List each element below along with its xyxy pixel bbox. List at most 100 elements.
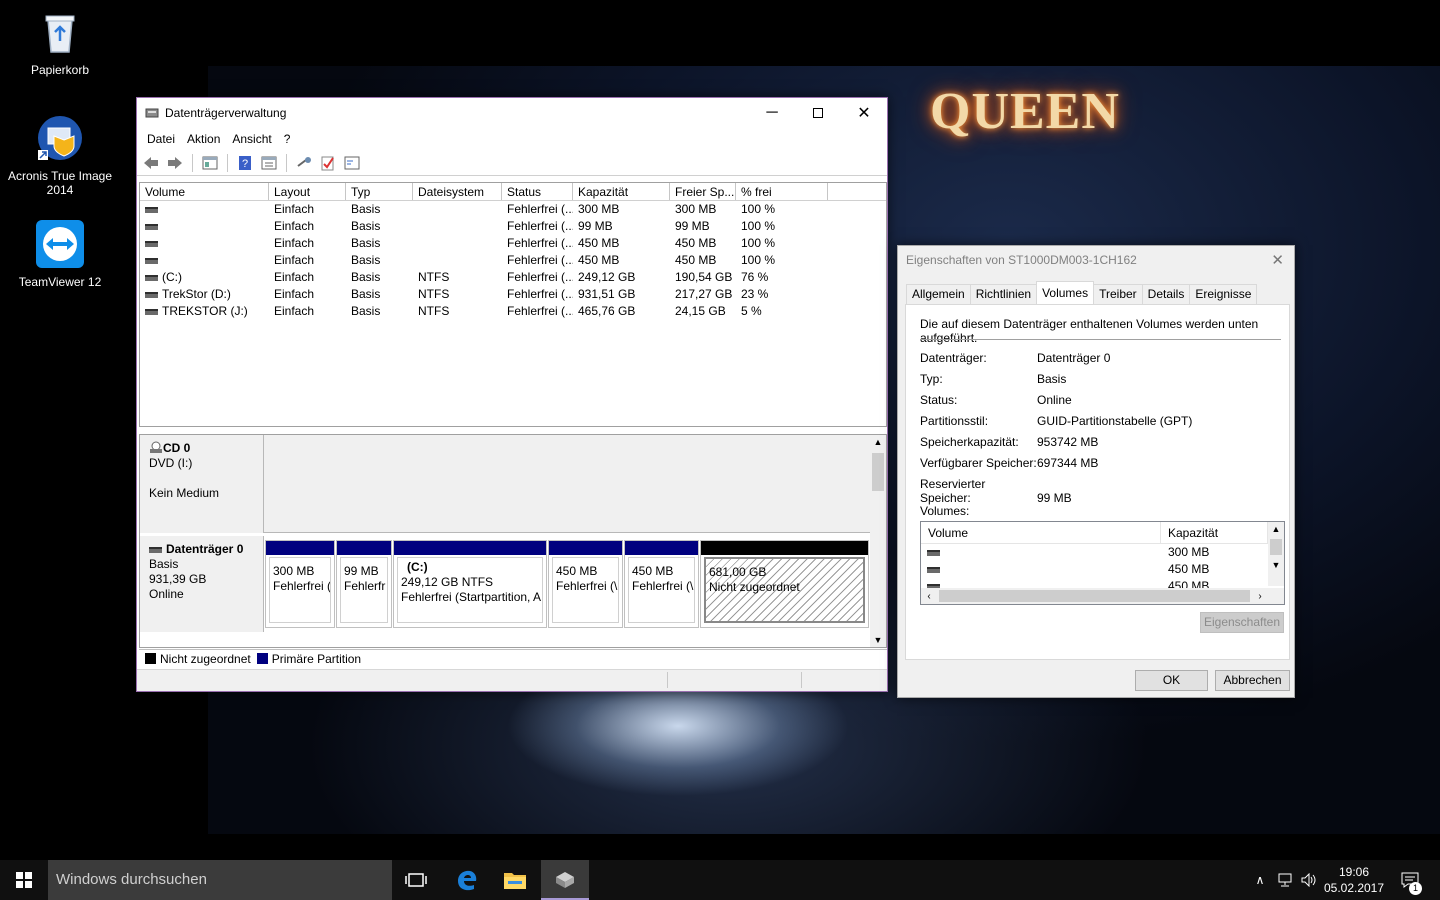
column-header-percent-free[interactable]: % frei [736, 183, 828, 200]
partition-450mb-1[interactable]: 450 MB Fehlerfrei (\ [548, 540, 623, 628]
column-header-type[interactable]: Typ [346, 183, 413, 200]
ok-button[interactable]: OK [1135, 670, 1208, 691]
close-button[interactable]: ✕ [841, 98, 887, 128]
column-header-filesystem[interactable]: Dateisystem [413, 183, 502, 200]
connect-button[interactable] [294, 153, 314, 173]
scroll-down-icon[interactable]: ▼ [870, 633, 886, 647]
scroll-up-icon[interactable]: ▲ [870, 435, 886, 449]
partition-bar [266, 541, 334, 555]
column-header-status[interactable]: Status [502, 183, 573, 200]
tab-details[interactable]: Details [1141, 284, 1191, 304]
free-space-cell: 217,27 GB [670, 286, 736, 303]
cell-text: 76 % [741, 270, 769, 284]
disk-info-value: Basis [1037, 372, 1067, 386]
volume-row[interactable]: Einfach Basis Fehlerfrei (... 99 MB 99 MB 100… [140, 218, 886, 235]
volumes-hscrollbar[interactable]: ‹ › [921, 588, 1284, 604]
partition-300mb[interactable]: 300 MB Fehlerfrei ( [265, 540, 335, 628]
file-explorer-button[interactable] [491, 860, 539, 900]
tab-events[interactable]: Ereignisse [1189, 284, 1258, 304]
layout-cell: Einfach [269, 218, 346, 235]
column-header-volume[interactable]: Volume [921, 522, 1161, 543]
volume-properties-button[interactable]: Eigenschaften [1200, 612, 1284, 633]
tab-driver[interactable]: Treiber [1093, 284, 1143, 304]
folder-icon [504, 873, 526, 889]
task-view-button[interactable] [392, 860, 440, 900]
volume-row[interactable]: TrekStor (D:) Einfach Basis NTFS Fehlerfrei … [140, 286, 886, 303]
scroll-right-icon[interactable]: › [1252, 591, 1268, 602]
partition-unallocated[interactable]: 681,00 GB Nicht zugeordnet [700, 540, 869, 628]
type-cell: Basis [346, 252, 413, 269]
volume-row[interactable]: TREKSTOR (J:) Einfach Basis NTFS Fehlerfrei … [140, 303, 886, 320]
edge-button[interactable] [443, 860, 491, 900]
tab-volumes[interactable]: Volumes [1036, 281, 1095, 304]
desktop-icon-teamviewer[interactable]: TeamViewer 12 [0, 220, 120, 289]
menu-file[interactable]: Datei [141, 132, 181, 146]
tray-overflow-button[interactable]: ∧ [1250, 860, 1270, 900]
checklist-button[interactable] [318, 153, 338, 173]
dialog-close-icon[interactable]: ✕ [1271, 251, 1284, 269]
properties-view-button[interactable] [259, 153, 279, 173]
task-view-icon [405, 873, 427, 887]
scroll-down-icon[interactable]: ▼ [1268, 558, 1284, 572]
partition-size: 450 MB [556, 564, 598, 578]
help-button[interactable]: ? [235, 153, 255, 173]
acronis-icon [38, 116, 82, 160]
disk-info-value: GUID-Partitionstabelle (GPT) [1037, 414, 1193, 428]
menu-help[interactable]: ? [278, 132, 297, 146]
cell-text: 23 % [741, 287, 769, 301]
volume-row[interactable]: Einfach Basis Fehlerfrei (... 300 MB 300 MB 1… [140, 201, 886, 218]
scroll-left-icon[interactable]: ‹ [921, 591, 937, 602]
column-header-capacity[interactable]: Kapazität [1161, 522, 1268, 543]
partition-450mb-2[interactable]: 450 MB Fehlerfrei (\ [624, 540, 699, 628]
menu-view[interactable]: Ansicht [226, 132, 277, 146]
desktop-icon-recycle-bin[interactable]: Papierkorb [0, 8, 120, 77]
console-tree-button[interactable] [200, 153, 220, 173]
volume-list-item[interactable]: 450 MB [921, 561, 1284, 578]
scrollbar-thumb[interactable] [872, 453, 884, 491]
title-bar[interactable]: Datenträgerverwaltung ─ ✕ [137, 98, 887, 128]
column-header-capacity[interactable]: Kapazität [573, 183, 670, 200]
partition-99mb[interactable]: 99 MB Fehlerfr [336, 540, 392, 628]
column-header-volume[interactable]: Volume [140, 183, 269, 200]
start-button[interactable] [0, 860, 48, 900]
column-header-free-space[interactable]: Freier Sp... [670, 183, 736, 200]
scrollbar-thumb[interactable] [1270, 539, 1282, 555]
partition-c[interactable]: (C:) 249,12 GB NTFS Fehlerfrei (Startparti… [393, 540, 547, 628]
maximize-button[interactable] [795, 98, 841, 128]
volumes-listbox[interactable]: Volume Kapazität 300 MB 450 MB 450 MB ▲ ▼ … [920, 521, 1285, 605]
cd-disk-label[interactable]: CD 0 DVD (I:) Kein Medium [140, 435, 264, 533]
disk-management-taskbar-button[interactable] [541, 860, 589, 900]
capacity-cell: 300 MB [573, 201, 670, 218]
windows-logo-icon [16, 872, 32, 888]
menu-action[interactable]: Aktion [181, 132, 226, 146]
volumes-list-body: 300 MB 450 MB 450 MB [921, 544, 1284, 588]
tab-policies[interactable]: Richtlinien [969, 284, 1038, 304]
settings-window-icon [344, 156, 360, 169]
volume-row[interactable]: (C:) Einfach Basis NTFS Fehlerfrei (... 249,1… [140, 269, 886, 286]
volume-row[interactable]: Einfach Basis Fehlerfrei (... 450 MB 450 MB 1… [140, 235, 886, 252]
dialog-title-bar[interactable]: Eigenschaften von ST1000DM003-1CH162 ✕ [898, 246, 1294, 274]
scroll-up-icon[interactable]: ▲ [1268, 522, 1284, 536]
cd-media-area [264, 435, 870, 533]
tray-network-button[interactable] [1274, 860, 1296, 900]
free-space-cell: 99 MB [670, 218, 736, 235]
settings-button[interactable] [342, 153, 362, 173]
taskbar-search-box[interactable]: Windows durchsuchen [48, 860, 392, 900]
desktop-icon-acronis[interactable]: Acronis True Image 2014 [0, 114, 120, 197]
graphical-view-scrollbar[interactable]: ▲ ▼ [870, 435, 886, 647]
column-header-layout[interactable]: Layout [269, 183, 346, 200]
action-center-button[interactable]: 1 [1392, 860, 1428, 900]
back-button[interactable] [141, 153, 161, 173]
tray-volume-button[interactable] [1298, 860, 1320, 900]
forward-button[interactable] [165, 153, 185, 173]
volume-list-item[interactable]: 300 MB [921, 544, 1284, 561]
tab-general[interactable]: Allgemein [906, 284, 971, 304]
minimize-button[interactable]: ─ [749, 98, 795, 128]
tray-clock[interactable]: 19:06 05.02.2017 [1322, 860, 1386, 900]
cancel-button[interactable]: Abbrechen [1215, 670, 1290, 691]
volume-list-item[interactable]: 450 MB [921, 578, 1284, 588]
scrollbar-thumb[interactable] [939, 590, 1250, 602]
volume-row[interactable]: Einfach Basis Fehlerfrei (... 450 MB 450 MB 1… [140, 252, 886, 269]
disk0-label[interactable]: Datenträger 0 Basis 931,39 GB Online [140, 536, 264, 632]
volumes-vscrollbar[interactable]: ▲ ▼ [1268, 522, 1284, 586]
